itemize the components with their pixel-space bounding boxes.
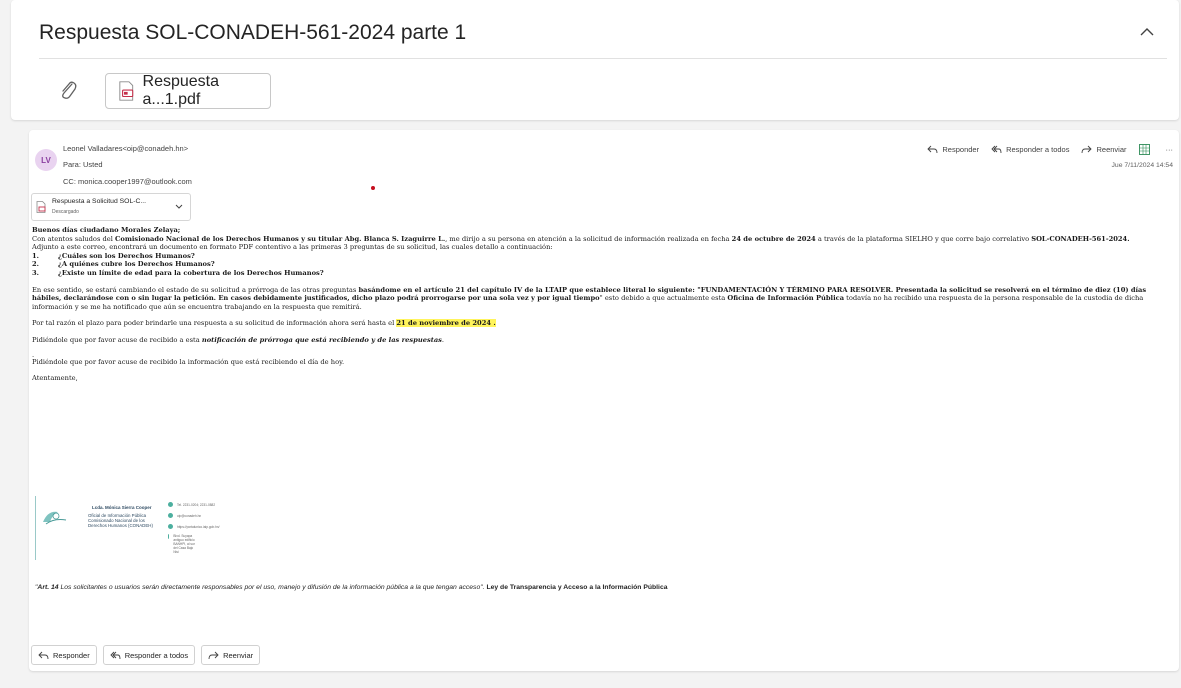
signature-email[interactable]: oip@conadeh.hn	[168, 513, 201, 518]
reply-all-icon	[110, 651, 121, 659]
forward-label: Reenviar	[1096, 145, 1127, 154]
reply-button[interactable]: Responder	[31, 645, 97, 665]
reply-all-label: Responder a todos	[1006, 145, 1070, 154]
message-attachment[interactable]: Respuesta a Solicitud SOL-C... Descargad…	[31, 193, 191, 221]
message-actions: Responder Responder a todos Reenviar ···	[915, 144, 1173, 155]
signature-phone: Tel. 2231-0204; 2231-0882	[168, 502, 215, 507]
list-item: 1. ¿Cuáles son los Derechos Humanos?	[32, 251, 195, 260]
signature-web[interactable]: https://portalunico.iaip.gob.hn/	[168, 524, 220, 529]
bottom-actions: Responder Responder a todos Reenviar	[31, 645, 266, 665]
reply-all-icon	[991, 145, 1002, 154]
avatar: LV	[35, 149, 57, 171]
list-item: 2. ¿A quiénes cubre los Derechos Humanos?	[32, 260, 215, 269]
reply-all-button[interactable]: Responder a todos	[991, 145, 1069, 154]
more-options-button[interactable]: ···	[1166, 145, 1174, 154]
forward-button[interactable]: Reenviar	[1081, 145, 1127, 154]
reply-button[interactable]: Responder	[927, 145, 979, 154]
mail-icon	[168, 513, 173, 518]
forward-button[interactable]: Reenviar	[201, 645, 261, 665]
signature-address: Blvd. Suyapa antiguo edificio BANHPI, al…	[168, 534, 198, 554]
grid-view-button[interactable]	[1138, 144, 1154, 155]
attachment-name: Respuesta a Solicitud SOL-C...	[52, 198, 147, 205]
reply-label: Responder	[942, 145, 980, 154]
chevron-up-icon[interactable]	[1137, 22, 1157, 42]
paragraph-intro: Con atentos saludos del Comisionado Naci…	[32, 234, 1130, 243]
closing: Atentamente,	[32, 374, 78, 383]
signature-title: Oficial de Información Pública Comisiona…	[88, 513, 153, 528]
sender[interactable]: Leonel Valladares<oip@conadeh.hn>	[63, 144, 188, 153]
email-signature: Lcda. Mónica Sierra Cooper Oficial de In…	[35, 496, 220, 560]
recipients-cc: CC: monica.cooper1997@outlook.com	[63, 177, 192, 186]
attachment-name: Respuesta a...1.pdf	[142, 73, 220, 108]
message-card: LV Leonel Valladares<oip@conadeh.hn> Par…	[29, 130, 1179, 671]
paragraph-attachment: Adjunto a este correo, encontrará un doc…	[32, 243, 553, 252]
pdf-file-icon	[36, 201, 46, 213]
paragraph-deadline: Por tal razón el plazo para poder brinda…	[32, 319, 496, 328]
paperclip-icon	[57, 78, 79, 102]
forward-label: Reenviar	[223, 650, 254, 660]
attachment-status: Descargado	[52, 209, 79, 215]
divider	[39, 58, 1167, 59]
reply-all-label: Responder a todos	[124, 650, 189, 660]
forward-icon	[208, 651, 219, 659]
list-item: 3. ¿Existe un límite de edad para la cobe…	[32, 268, 324, 277]
recipients-to: Para: Usted	[63, 160, 103, 169]
attachment-chip[interactable]: Respuesta a...1.pdf	[105, 73, 271, 109]
pdf-file-icon	[119, 81, 134, 101]
cursor-dot	[371, 186, 375, 190]
reply-label: Responder	[53, 650, 90, 660]
conadeh-logo-icon	[43, 511, 67, 525]
reply-all-button[interactable]: Responder a todos	[102, 645, 196, 665]
paragraph-extension: En ese sentido, se estará cambiando el e…	[32, 285, 1147, 311]
reply-icon	[927, 145, 938, 154]
deadline-date: 21 de noviembre de 2024 .	[396, 319, 496, 328]
greeting: Buenos días ciudadano Morales Zelaya;	[32, 226, 181, 234]
grid-icon	[1138, 144, 1150, 155]
reply-icon	[38, 651, 49, 659]
globe-icon	[168, 524, 173, 529]
paragraph-receipt: Pidiéndole que por favor acuse de recibi…	[32, 357, 345, 366]
message-date: Jue 7/11/2024 14:54	[1111, 162, 1173, 169]
forward-icon	[1082, 145, 1093, 154]
phone-icon	[168, 502, 173, 507]
chevron-down-icon[interactable]	[174, 201, 184, 211]
signature-name: Lcda. Mónica Sierra Cooper	[92, 505, 152, 510]
location-icon	[168, 534, 170, 539]
law-notice: "Art. 14 Los solicitantes o usuarios ser…	[35, 584, 668, 591]
paragraph-acknowledge: Pidiéndole que por favor acuse de recibi…	[32, 335, 445, 344]
thread-subject: Respuesta SOL-CONADEH-561-2024 parte 1	[39, 21, 467, 44]
thread-header-card: Respuesta SOL-CONADEH-561-2024 parte 1 R…	[11, 0, 1179, 120]
message-body: Buenos días ciudadano Morales Zelaya; Co…	[32, 226, 1172, 383]
